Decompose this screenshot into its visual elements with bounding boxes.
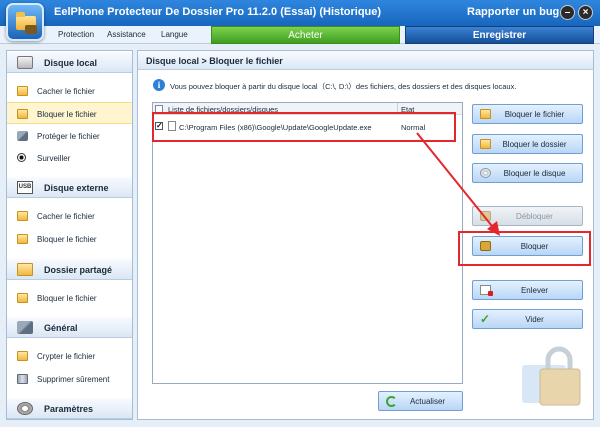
sidebar-item-label: Supprimer sûrement bbox=[37, 375, 110, 384]
sidebar-item-lock-file[interactable]: Bloquer le fichier bbox=[7, 102, 132, 124]
folder-icon bbox=[17, 293, 28, 303]
sidebar-header-label: Général bbox=[44, 323, 78, 333]
remove-button[interactable]: Enlever bbox=[472, 280, 583, 300]
sidebar: Disque local Cacher le fichier Bloquer l… bbox=[6, 50, 133, 420]
sidebar-item-protect-file[interactable]: Protéger le fichier bbox=[7, 125, 132, 147]
usb-icon: USB bbox=[17, 181, 33, 194]
sidebar-item-hide-file-external[interactable]: Cacher le fichier bbox=[7, 205, 132, 227]
app-logo-icon bbox=[6, 3, 44, 41]
sidebar-item-label: Surveiller bbox=[37, 154, 71, 163]
sidebar-item-label: Cacher le fichier bbox=[37, 87, 95, 96]
sidebar-item-lock-file-shared[interactable]: Bloquer le fichier bbox=[7, 287, 132, 309]
menu-protection[interactable]: Protection bbox=[58, 30, 94, 39]
lock-folder-button[interactable]: Bloquer le dossier bbox=[472, 134, 583, 154]
lock-disk-button[interactable]: Bloquer le disque bbox=[472, 163, 583, 183]
drive-icon bbox=[17, 56, 33, 69]
folder-icon bbox=[17, 86, 28, 96]
folder-icon bbox=[17, 211, 28, 221]
file-list[interactable]: Liste de fichiers/dossiers/disques Etat … bbox=[152, 102, 463, 384]
sidebar-header-label: Dossier partagé bbox=[44, 265, 113, 275]
clear-button[interactable]: ✓ Vider bbox=[472, 309, 583, 329]
sidebar-item-label: Bloquer le fichier bbox=[37, 235, 97, 244]
sidebar-header-label: Paramètres bbox=[44, 404, 94, 414]
sidebar-header-settings[interactable]: Paramètres bbox=[7, 397, 132, 419]
menu-langue[interactable]: Langue bbox=[161, 30, 188, 39]
register-button[interactable]: Enregistrer bbox=[405, 26, 594, 44]
report-bug-link[interactable]: Rapporter un bug bbox=[467, 6, 559, 18]
refresh-button[interactable]: Actualiser bbox=[378, 391, 463, 411]
info-icon: i bbox=[153, 79, 165, 91]
folder-icon bbox=[17, 234, 28, 244]
folder-icon bbox=[17, 109, 28, 119]
highlight-lock-button bbox=[458, 231, 591, 266]
title-bar: EelPhone Protecteur De Dossier Pro 11.2.… bbox=[0, 0, 600, 26]
breadcrumb: Disque local > Bloquer le fichier bbox=[138, 51, 593, 70]
tools-icon bbox=[17, 131, 28, 141]
info-text: Vous pouvez bloquer à partir du disque l… bbox=[170, 82, 517, 91]
sidebar-header-external-disk[interactable]: USB Disque externe bbox=[7, 176, 132, 198]
eye-icon bbox=[17, 153, 26, 162]
sidebar-item-label: Bloquer le fichier bbox=[37, 110, 97, 119]
sidebar-item-label: Crypter le fichier bbox=[37, 352, 96, 361]
close-button[interactable]: × bbox=[578, 5, 593, 20]
lock-file-button[interactable]: Bloquer le fichier bbox=[472, 104, 583, 124]
button-label: Actualiser bbox=[409, 397, 446, 406]
gear-icon bbox=[17, 402, 33, 415]
sidebar-item-monitor[interactable]: Surveiller bbox=[7, 147, 132, 169]
button-label: Enlever bbox=[520, 286, 549, 295]
button-label: Bloquer le fichier bbox=[504, 110, 565, 119]
sidebar-item-label: Protéger le fichier bbox=[37, 132, 100, 141]
button-label: Bloquer le disque bbox=[503, 169, 566, 178]
sidebar-item-label: Bloquer le fichier bbox=[37, 294, 97, 303]
button-label: Vider bbox=[525, 315, 544, 324]
buy-button[interactable]: Acheter bbox=[211, 26, 400, 44]
unlock-button[interactable]: Débloquer bbox=[472, 206, 583, 226]
folder-icon bbox=[17, 263, 33, 276]
menu-assistance[interactable]: Assistance bbox=[107, 30, 146, 39]
button-label: Débloquer bbox=[516, 212, 553, 221]
window-title: EelPhone Protecteur De Dossier Pro 11.2.… bbox=[54, 6, 382, 18]
sidebar-header-label: Disque local bbox=[44, 58, 98, 68]
bin-icon bbox=[17, 374, 28, 384]
sidebar-header-label: Disque externe bbox=[44, 183, 109, 193]
sidebar-header-local-disk[interactable]: Disque local bbox=[7, 51, 132, 73]
sidebar-item-hide-file[interactable]: Cacher le fichier bbox=[7, 80, 132, 102]
sidebar-item-encrypt-file[interactable]: Crypter le fichier bbox=[7, 345, 132, 367]
sidebar-item-secure-delete[interactable]: Supprimer sûrement bbox=[7, 368, 132, 390]
folder-icon bbox=[17, 351, 28, 361]
button-label: Bloquer le dossier bbox=[502, 140, 567, 149]
sidebar-item-lock-file-external[interactable]: Bloquer le fichier bbox=[7, 228, 132, 250]
sidebar-item-label: Cacher le fichier bbox=[37, 212, 95, 221]
padlock-decoration-icon bbox=[522, 346, 581, 406]
tools-icon bbox=[17, 321, 33, 334]
sidebar-header-shared-folder[interactable]: Dossier partagé bbox=[7, 258, 132, 280]
sidebar-header-general[interactable]: Général bbox=[7, 316, 132, 338]
highlight-selected-row bbox=[152, 112, 456, 142]
minimize-button[interactable]: – bbox=[560, 5, 575, 20]
